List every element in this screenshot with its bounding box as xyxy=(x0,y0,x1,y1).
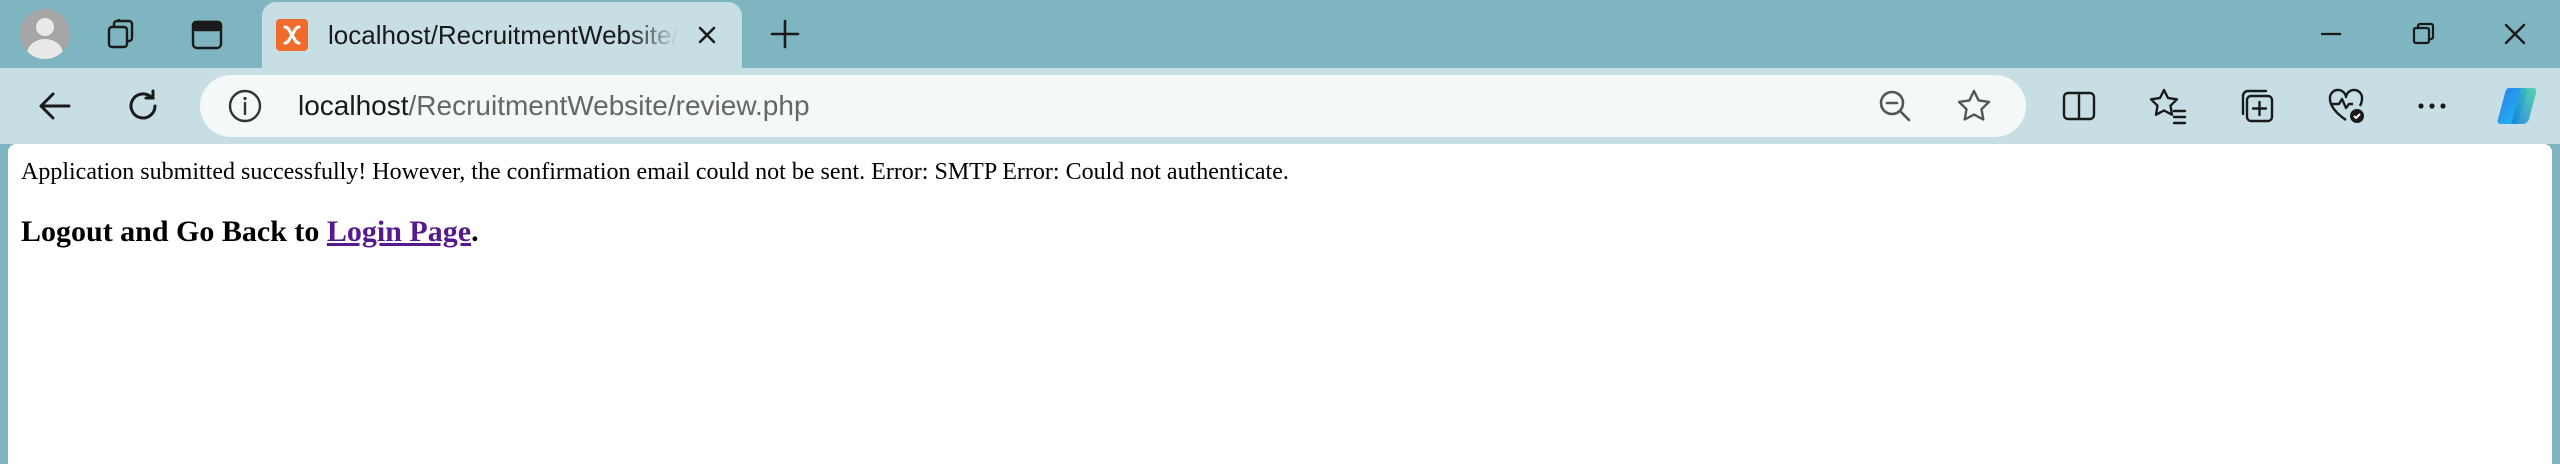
zoom-out-icon[interactable] xyxy=(1875,86,1915,126)
workspaces-icon[interactable] xyxy=(98,10,148,60)
avatar-body xyxy=(27,39,63,59)
restore-icon[interactable] xyxy=(2398,9,2448,59)
status-message: Application submitted successfully! Howe… xyxy=(21,159,1289,185)
browser-essentials-icon[interactable] xyxy=(2321,81,2371,131)
close-tab-icon[interactable] xyxy=(692,20,722,50)
login-page-link[interactable]: Login Page xyxy=(327,215,471,248)
xampp-icon xyxy=(276,19,308,51)
page-body: Application submitted successfully! Howe… xyxy=(8,144,2552,264)
page-viewport: Application submitted successfully! Howe… xyxy=(8,144,2552,464)
more-options-icon[interactable] xyxy=(2407,81,2457,131)
new-tab-icon[interactable] xyxy=(760,9,810,59)
favorite-star-icon[interactable] xyxy=(1954,86,1994,126)
logout-suffix: . xyxy=(471,215,479,248)
back-arrow-icon[interactable] xyxy=(30,81,80,131)
logout-prefix: Logout and Go Back to xyxy=(21,215,327,248)
url-host: localhost xyxy=(298,90,409,121)
minimize-icon[interactable] xyxy=(2306,9,2356,59)
refresh-icon[interactable] xyxy=(118,81,168,131)
site-info-icon[interactable] xyxy=(226,87,264,125)
url-text[interactable]: localhost/RecruitmentWebsite/review.php xyxy=(298,75,810,137)
favorites-icon[interactable] xyxy=(2143,81,2193,131)
profile-avatar[interactable] xyxy=(20,9,70,59)
copilot-icon[interactable] xyxy=(2492,81,2542,131)
browser-toolbar: localhost/RecruitmentWebsite/review.php xyxy=(0,68,2560,144)
split-screen-icon[interactable] xyxy=(2054,81,2104,131)
vertical-tabs-icon[interactable] xyxy=(182,10,232,60)
url-path: /RecruitmentWebsite/review.php xyxy=(408,90,810,121)
avatar-head xyxy=(36,18,54,36)
active-tab[interactable]: localhost/RecruitmentWebsite/review.php xyxy=(262,2,742,68)
tab-title: localhost/RecruitmentWebsite/review.php xyxy=(328,20,678,50)
collections-icon[interactable] xyxy=(2232,81,2282,131)
logout-heading: Logout and Go Back to Login Page. xyxy=(21,212,2539,252)
tab-strip: localhost/RecruitmentWebsite/review.php xyxy=(0,0,2560,68)
address-bar[interactable]: localhost/RecruitmentWebsite/review.php xyxy=(200,75,2026,137)
close-window-icon[interactable] xyxy=(2490,9,2540,59)
